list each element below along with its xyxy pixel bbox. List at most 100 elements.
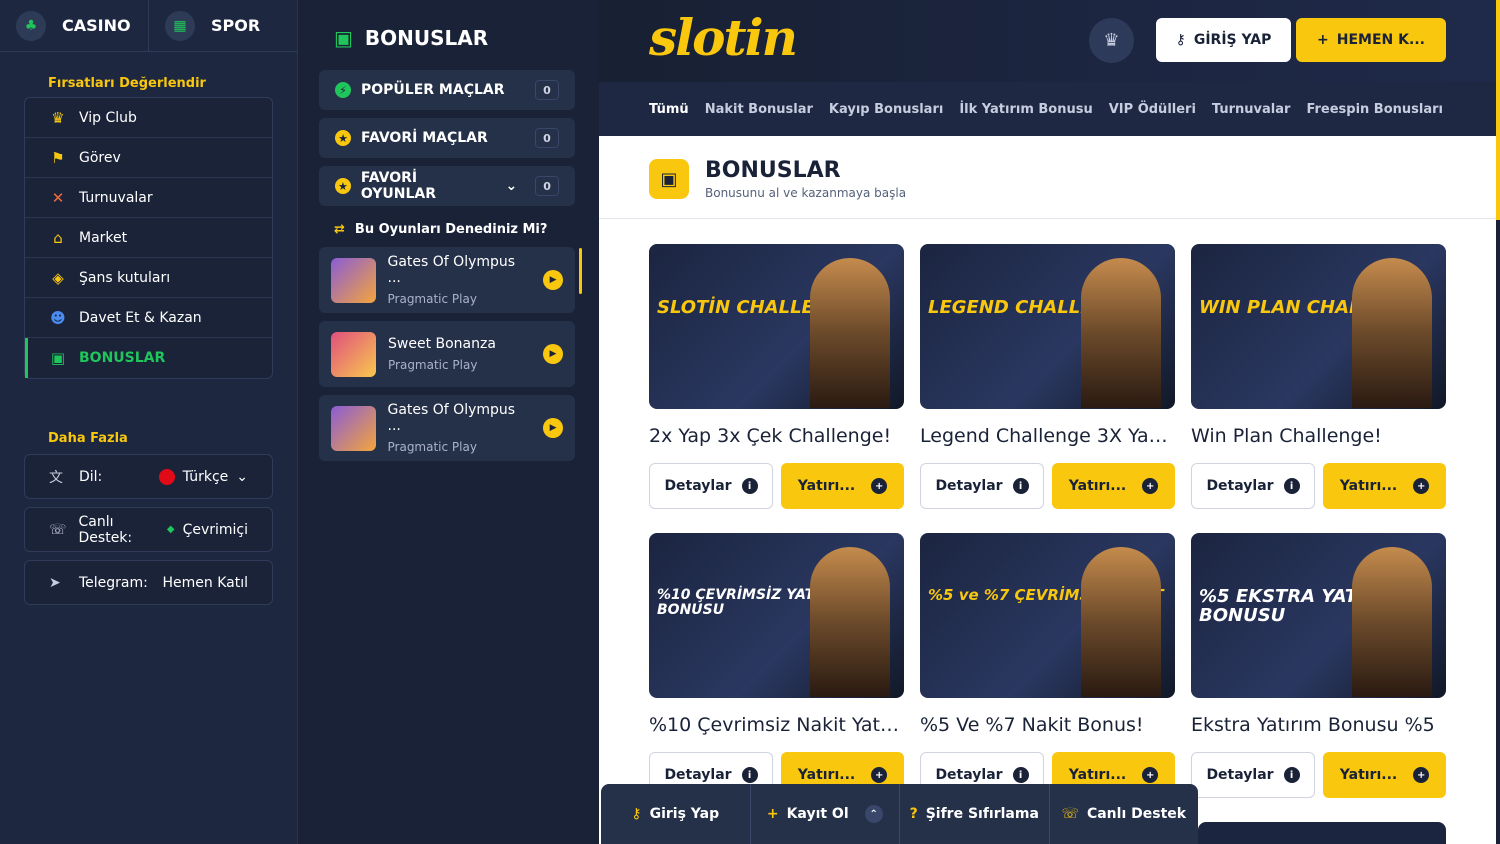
key-icon: ⚷: [631, 806, 642, 822]
live-support-box[interactable]: ☏ Canlı Destek: ◆ Çevrimiçi: [24, 507, 273, 552]
model-figure: [810, 547, 890, 697]
details-button[interactable]: Detaylar i: [649, 463, 773, 509]
sidebar-item-sans-kutulari[interactable]: ◈ Şans kutuları: [25, 258, 272, 298]
details-button[interactable]: Detaylar i: [1191, 463, 1315, 509]
online-dot-icon: ◆: [166, 524, 175, 535]
sidebar-item-bonuslar[interactable]: ▣ BONUSLAR: [25, 338, 272, 378]
panel-scrollbar[interactable]: [579, 248, 582, 294]
store-icon: ⌂: [53, 228, 63, 247]
sidebar-item-davet[interactable]: ☻ Davet Et & Kazan: [25, 298, 272, 338]
deposit-button[interactable]: Yatırı... +: [1323, 752, 1446, 798]
section-title: Fırsatları Değerlendir: [48, 76, 206, 91]
page-scrollbar[interactable]: [1496, 0, 1500, 220]
plus-icon: +: [766, 806, 779, 822]
tab-vip[interactable]: VIP Ödülleri: [1109, 102, 1196, 117]
tab-freespin[interactable]: Freespin Bonusları: [1306, 102, 1443, 117]
sidebar-item-market[interactable]: ⌂ Market: [25, 218, 272, 258]
spor-tab[interactable]: ▦ SPOR: [149, 0, 297, 51]
bonus-banner-partial[interactable]: [1198, 822, 1446, 844]
bottom-action-bar: ⚷ Giriş Yap + Kayıt Ol ⌃ ? Şifre Sıfırlama ☏…: [601, 784, 1198, 844]
chevron-up-icon[interactable]: ⌃: [864, 805, 883, 823]
bonus-card: WIN PLAN CHALLENGE Win Plan Challenge! D…: [1191, 244, 1446, 509]
slotin-logo[interactable]: slotin: [649, 8, 798, 67]
divider: [599, 218, 1496, 219]
star-icon: ★: [335, 130, 351, 146]
telegram-box[interactable]: ➤ Telegram: Hemen Katıl: [24, 560, 273, 605]
bonus-banner[interactable]: WIN PLAN CHALLENGE: [1191, 244, 1446, 409]
bonus-panel: ▣ BONUSLAR ⚡ POPÜLER MAÇLAR 0 ★ FAVORİ MAÇLA…: [299, 0, 599, 844]
box-icon: ◈: [52, 268, 64, 287]
model-figure: [1352, 258, 1432, 408]
game-item[interactable]: Sweet Bonanza Pragmatic Play ▶: [319, 321, 575, 387]
plus-icon: +: [1142, 478, 1159, 494]
crown-icon: ♛: [1103, 30, 1120, 51]
bottom-support-button[interactable]: ☏ Canlı Destek: [1050, 784, 1199, 844]
details-button[interactable]: Detaylar i: [1191, 752, 1315, 798]
model-figure: [810, 258, 890, 408]
page-header: ▣ BONUSLAR Bonusunu al ve kazanmaya başla: [649, 158, 906, 200]
favorite-matches[interactable]: ★ FAVORİ MAÇLAR 0: [319, 118, 575, 158]
sidebar-item-turnuvalar[interactable]: ✕ Turnuvalar: [25, 178, 272, 218]
deposit-button[interactable]: Yatırı... +: [1323, 463, 1446, 509]
game-thumbnail: [331, 331, 376, 377]
plus-icon: +: [871, 478, 888, 494]
bonus-card: LEGEND CHALLENGE Legend Challenge 3X Yap…: [920, 244, 1175, 509]
support-icon: ☏: [1061, 806, 1079, 822]
sidebar-menu: ♛ Vip Club ⚑ Görev ✕ Turnuvalar ⌂ Market ◈ Şa…: [24, 97, 273, 379]
info-icon: i: [741, 478, 758, 494]
game-item[interactable]: Gates Of Olympus ... Pragmatic Play ▶: [319, 395, 575, 461]
casino-tab[interactable]: ♣ CASINO: [0, 0, 149, 51]
plus-icon: +: [1413, 478, 1430, 494]
panel-title: ▣ BONUSLAR: [334, 26, 489, 50]
bonus-name: %5 Ve %7 Nakit Bonus!: [920, 714, 1144, 736]
bonus-banner[interactable]: %5 EKSTRA YATIRIM BONUSU: [1191, 533, 1446, 698]
tab-nakit[interactable]: Nakit Bonuslar: [705, 102, 813, 117]
play-icon[interactable]: ▶: [543, 418, 564, 438]
bonus-card: %10 ÇEVRİMSİZ YATIRIM BONUSU %10 Çevrims…: [649, 533, 904, 798]
deposit-button[interactable]: Yatırı... +: [781, 463, 904, 509]
flag-tr-icon: [158, 468, 175, 485]
shuffle-icon: ⇄: [334, 222, 345, 237]
language-select[interactable]: 文 Dil: Türkçe ⌄: [24, 454, 273, 499]
bonus-banner[interactable]: %5 ve %7 ÇEVRİMSİZ NAKİT: [920, 533, 1175, 698]
bottom-reset-password-button[interactable]: ? Şifre Sıfırlama: [900, 784, 1050, 844]
sidebar-item-vip-club[interactable]: ♛ Vip Club: [25, 98, 272, 138]
play-icon[interactable]: ▶: [543, 270, 564, 290]
model-figure: [1081, 258, 1161, 408]
favorite-games[interactable]: ★ FAVORİ OYUNLAR ⌄ 0: [319, 166, 575, 206]
chevron-down-icon: ⌄: [505, 178, 518, 194]
page-title: BONUSLAR: [705, 158, 841, 183]
site-header: slotin ♛ ⚷ GİRİŞ YAP + HEMEN K...: [599, 0, 1500, 82]
support-icon: ☏: [49, 521, 67, 538]
deposit-button[interactable]: Yatırı... +: [1052, 463, 1175, 509]
translate-icon: 文: [49, 469, 63, 486]
game-item[interactable]: Gates Of Olympus ... Pragmatic Play ▶: [319, 247, 575, 313]
users-icon: ☻: [50, 308, 66, 327]
bonus-card: %5 ve %7 ÇEVRİMSİZ NAKİT %5 Ve %7 Nakit …: [920, 533, 1175, 798]
login-button[interactable]: ⚷ GİRİŞ YAP: [1156, 18, 1291, 62]
bonus-banner[interactable]: %10 ÇEVRİMSİZ YATIRIM BONUSU: [649, 533, 904, 698]
bottom-login-button[interactable]: ⚷ Giriş Yap: [601, 784, 751, 844]
field-icon: ▦: [165, 10, 195, 41]
tab-turnuvalar[interactable]: Turnuvalar: [1212, 102, 1291, 117]
model-figure: [1352, 547, 1432, 697]
bonus-banner[interactable]: LEGEND CHALLENGE: [920, 244, 1175, 409]
tab-kayip[interactable]: Kayıp Bonusları: [829, 102, 943, 117]
bonus-banner[interactable]: SLOTİN CHALLENGE: [649, 244, 904, 409]
details-button[interactable]: Detaylar i: [920, 463, 1044, 509]
play-icon[interactable]: ▶: [543, 344, 563, 364]
top-nav: ♣ CASINO ▦ SPOR: [0, 0, 297, 52]
plus-icon: +: [1317, 32, 1329, 48]
gift-icon: ▣: [334, 26, 353, 50]
tried-games-title: ⇄ Bu Oyunları Denediniz Mi?: [334, 222, 548, 237]
sidebar-item-gorev[interactable]: ⚑ Görev: [25, 138, 272, 178]
crown-icon: ♛: [51, 108, 65, 127]
tab-ilk-yatirim[interactable]: İlk Yatırım Bonusu: [959, 102, 1092, 117]
vip-crown-button[interactable]: ♛: [1089, 18, 1134, 63]
register-button[interactable]: + HEMEN K...: [1296, 18, 1446, 62]
popular-matches[interactable]: ⚡ POPÜLER MAÇLAR 0: [319, 70, 575, 110]
bonus-name: Ekstra Yatırım Bonusu %5: [1191, 714, 1435, 736]
star-icon: ★: [335, 178, 351, 194]
bottom-register-button[interactable]: + Kayıt Ol ⌃: [751, 784, 900, 844]
tab-tumu[interactable]: Tümü: [649, 102, 689, 117]
